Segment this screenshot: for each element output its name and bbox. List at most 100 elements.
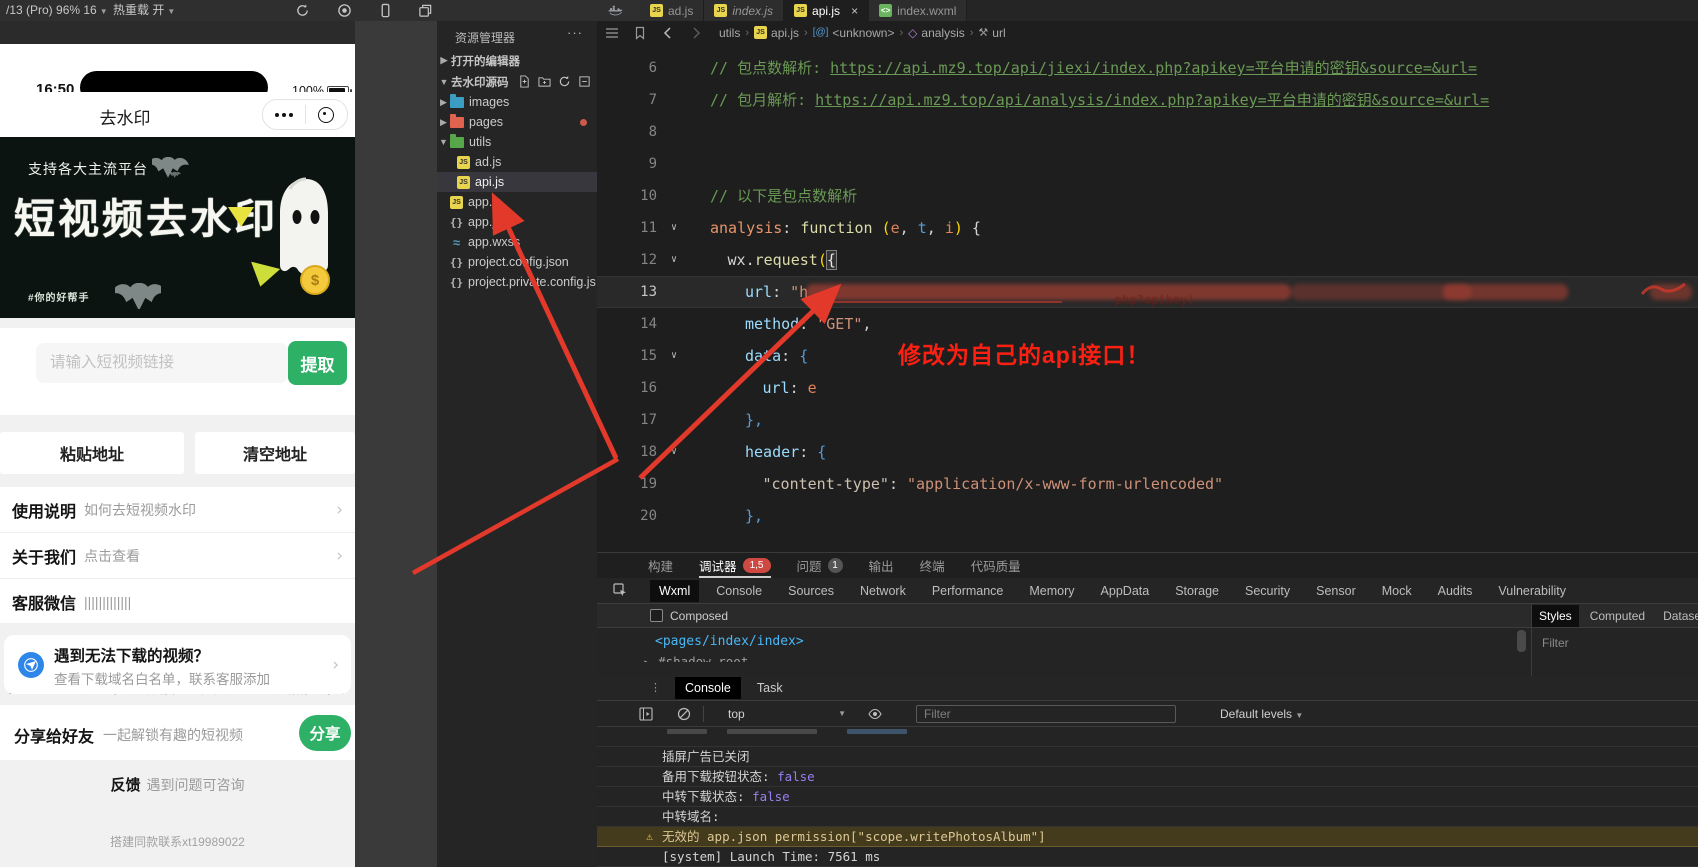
refresh-icon[interactable] xyxy=(558,75,571,88)
clear-address-button[interactable]: 清空地址 xyxy=(195,432,355,474)
code-line-20[interactable]: 20}, xyxy=(597,500,1698,532)
multi-window-icon[interactable] xyxy=(418,3,433,18)
exit-button[interactable] xyxy=(306,100,348,129)
styles-tab-dataset[interactable]: Dataset xyxy=(1656,605,1698,627)
feedback-row[interactable]: 反馈 遇到问题可咨询 xyxy=(0,774,355,795)
record-stop-icon[interactable] xyxy=(337,3,352,18)
devtools-tab-appdata[interactable]: AppData xyxy=(1092,580,1159,602)
code-line-10[interactable]: 10 // 以下是包点数解析 xyxy=(597,180,1698,212)
panel-tab-问题[interactable]: 问题 1 xyxy=(797,553,843,578)
code-editor[interactable]: // 解析: https://api.mz9.top/api/jiexi/ind… xyxy=(597,44,1698,552)
comment-link[interactable]: https://api.mz9.top/api/jiexi/index.php?… xyxy=(760,44,1407,45)
back-arrow-icon[interactable] xyxy=(661,26,675,40)
code-line-13[interactable]: 13 url: "h php?apikey) xyxy=(597,276,1698,308)
tree-item-pages[interactable]: ▶ pages xyxy=(437,112,597,132)
tree-item-utils[interactable]: ▼ utils xyxy=(437,132,597,152)
code-line-9[interactable]: 9 xyxy=(597,148,1698,180)
tree-item-ad.js[interactable]: JS ad.js xyxy=(437,152,597,172)
code-line-18[interactable]: 18 ∨ header: { xyxy=(597,436,1698,468)
breadcrumb-item[interactable]: utils xyxy=(719,26,740,40)
wxml-element-tree[interactable]: <pages/index/index> ▸ #shadow-root xyxy=(597,628,1531,672)
code-line-12[interactable]: 12 ∨ wx.request({ xyxy=(597,244,1698,276)
devtools-tab-security[interactable]: Security xyxy=(1236,580,1299,602)
tree-item-api.js[interactable]: JS api.js xyxy=(437,172,597,192)
tree-item-app.js[interactable]: JS app.js xyxy=(437,192,597,212)
scrollbar-thumb[interactable] xyxy=(1517,630,1526,652)
comment-link[interactable]: https://api.mz9.top/api/jiexi/index.php?… xyxy=(830,59,1477,77)
device-selector[interactable]: /13 (Pro) 96% 16 ▼ xyxy=(6,0,108,21)
panel-tab-代码质量[interactable]: 代码质量 xyxy=(971,553,1021,578)
share-button[interactable]: 分享 xyxy=(299,715,351,751)
code-line-11[interactable]: 11 ∨ analysis: function (e, t, i) { xyxy=(597,212,1698,244)
paste-address-button[interactable]: 粘贴地址 xyxy=(0,432,184,474)
tree-item-project.config.json[interactable]: {} project.config.json xyxy=(437,252,597,272)
devtools-tab-network[interactable]: Network xyxy=(851,580,915,602)
tab-ad.js[interactable]: JS ad.js xyxy=(640,0,705,21)
outline-list-icon[interactable] xyxy=(605,26,619,40)
more-actions-icon[interactable]: ··· xyxy=(567,25,583,40)
panel-tab-终端[interactable]: 终端 xyxy=(920,553,945,578)
more-button[interactable] xyxy=(263,100,305,129)
styles-tab-styles[interactable]: Styles xyxy=(1532,604,1579,627)
kebab-menu-icon[interactable]: ⋮ xyxy=(650,683,661,694)
code-line-16[interactable]: 16 url: e xyxy=(597,372,1698,404)
tab-api.js[interactable]: JS api.js × xyxy=(784,0,870,21)
new-folder-icon[interactable] xyxy=(538,75,551,88)
phone-preview-icon[interactable] xyxy=(378,3,393,18)
code-line-6[interactable]: 6 // 包点数解析: https://api.mz9.top/api/jiexi… xyxy=(597,52,1698,84)
composed-checkbox[interactable] xyxy=(650,609,663,622)
tree-item-images[interactable]: ▶ images xyxy=(437,92,597,112)
devtools-tab-audits[interactable]: Audits xyxy=(1429,580,1482,602)
project-root-section[interactable]: ▼ 去水印源码 xyxy=(437,71,597,92)
log-row-warning[interactable]: ⚠ 无效的 app.json permission["scope.writePho… xyxy=(597,827,1698,847)
help-card[interactable]: 遇到无法下载的视频？ 查看下载域名白名单，联系客服添加 › xyxy=(4,635,351,694)
code-line-17[interactable]: 17}, xyxy=(597,404,1698,436)
tree-item-app.wxss[interactable]: ≈ app.wxss xyxy=(437,232,597,252)
context-selector[interactable]: top ▼ xyxy=(728,707,846,721)
fold-chevron-icon[interactable]: ∨ xyxy=(663,212,685,244)
code-line-7[interactable]: 7 // 包月解析: https://api.mz9.top/api/analys… xyxy=(597,84,1698,116)
clear-console-icon[interactable] xyxy=(677,707,691,721)
list-item-客服微信[interactable]: 客服微信 ||||||||||||| xyxy=(0,579,355,624)
tab-index.js[interactable]: JS index.js xyxy=(704,0,785,21)
code-line-8[interactable]: 8 xyxy=(597,116,1698,148)
eye-icon[interactable] xyxy=(868,707,882,721)
panel-tab-调试器[interactable]: 调试器 1,5 xyxy=(699,553,771,578)
devtools-tab-performance[interactable]: Performance xyxy=(923,580,1013,602)
breadcrumb-item[interactable]: [@] <unknown> xyxy=(813,26,895,40)
breadcrumb-item[interactable]: JS api.js xyxy=(754,26,799,40)
list-item-关于我们[interactable]: 关于我们 点击查看 › xyxy=(0,533,355,579)
devtools-tab-mock[interactable]: Mock xyxy=(1373,580,1421,602)
bookmark-icon[interactable] xyxy=(633,26,647,40)
devtools-tab-wxml[interactable]: Wxml xyxy=(650,579,700,602)
styles-tab-computed[interactable]: Computed xyxy=(1583,605,1652,627)
fold-chevron-icon[interactable]: ∨ xyxy=(663,436,685,468)
wxml-root-node[interactable]: <pages/index/index> xyxy=(655,634,804,649)
console-tab-console[interactable]: Console xyxy=(675,677,741,699)
log-levels-selector[interactable]: Default levels ▼ xyxy=(1220,707,1303,721)
tab-index.wxml[interactable]: <> index.wxml xyxy=(869,0,968,21)
open-editors-section[interactable]: ▶ 打开的编辑器 xyxy=(437,50,597,71)
hot-reload-toggle[interactable]: 热重载 开 ▼ xyxy=(113,0,175,21)
show-sidebar-icon[interactable] xyxy=(639,706,653,721)
inspect-element-icon[interactable] xyxy=(613,583,628,598)
fold-chevron-icon[interactable]: ∨ xyxy=(663,244,685,276)
video-link-input[interactable] xyxy=(36,343,288,383)
devtools-tab-console[interactable]: Console xyxy=(707,580,771,602)
panel-tab-构建[interactable]: 构建 xyxy=(648,553,673,578)
forward-arrow-icon[interactable] xyxy=(689,26,703,40)
refresh-icon[interactable] xyxy=(295,3,310,18)
panel-tab-输出[interactable]: 输出 xyxy=(869,553,894,578)
devtools-tab-storage[interactable]: Storage xyxy=(1166,580,1228,602)
shadow-root-node[interactable]: ▸ #shadow-root xyxy=(643,654,748,662)
tree-item-app.json[interactable]: {} app.json xyxy=(437,212,597,232)
devtools-tab-vulnerability[interactable]: Vulnerability xyxy=(1489,580,1575,602)
devtools-tab-memory[interactable]: Memory xyxy=(1020,580,1083,602)
devtools-tab-sources[interactable]: Sources xyxy=(779,580,843,602)
devtools-tab-sensor[interactable]: Sensor xyxy=(1307,580,1365,602)
extract-button[interactable]: 提取 xyxy=(288,341,347,385)
breadcrumb-item[interactable]: ⚒ url xyxy=(978,26,1005,40)
code-line-19[interactable]: 19 "content-type": "application/x-www-for… xyxy=(597,468,1698,500)
list-item-使用说明[interactable]: 使用说明 如何去短视频水印 › xyxy=(0,487,355,533)
console-tab-task[interactable]: Task xyxy=(747,677,793,699)
